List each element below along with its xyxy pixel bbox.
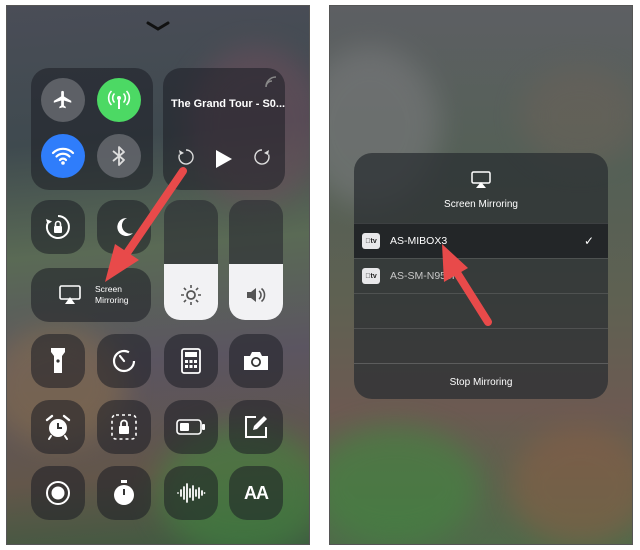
notes-button[interactable] [229,400,283,454]
apple-tv-badge: tv [362,233,380,249]
alarm-icon [45,414,71,440]
skip-back-icon[interactable] [177,148,195,166]
battery-icon [176,419,205,435]
volume-slider[interactable] [229,200,283,320]
alarm-button[interactable] [31,400,85,454]
moon-icon [117,217,133,236]
speaker-icon [247,287,266,303]
cellular-icon [107,90,131,109]
screen-mirroring-icon [471,171,491,188]
rotation-lock-icon [45,215,70,239]
badge-label: tv [367,237,377,245]
checkmark-icon: ✓ [583,234,594,248]
camera-icon [244,352,268,370]
panel-title: Screen Mirroring [444,199,518,210]
flashlight-icon [51,348,65,373]
notes-icon [245,416,267,438]
camera-button[interactable] [229,334,283,388]
empty-row [354,293,608,328]
device-name: AS-SM-N950F [390,270,459,282]
device-name: AS-MIBOX3 [390,235,448,247]
connectivity-panel [31,68,153,190]
airplane-button[interactable] [41,78,85,122]
text-size-label: AA [244,482,269,503]
bg-blur [510,426,632,544]
control-center-screen: The Grand Tour - S0... Screen Mirroring [6,5,310,545]
screen-mirroring-screen: Screen Mirroring tv AS-MIBOX3 ✓ tv AS-… [329,5,633,545]
timer-icon [112,349,136,373]
stopwatch-icon [114,480,134,505]
guided-access-icon [111,414,137,440]
empty-row [354,328,608,363]
screen-mirroring-panel: Screen Mirroring tv AS-MIBOX3 ✓ tv AS-… [354,153,608,399]
bg-blur [520,66,632,166]
cellular-button[interactable] [97,78,141,122]
bluetooth-button[interactable] [97,134,141,178]
device-row-mibox3[interactable]: tv AS-MIBOX3 ✓ [354,223,608,258]
screen-mirroring-icon [59,285,81,304]
play-icon[interactable] [212,148,234,170]
chevron-down-icon[interactable] [145,20,171,32]
apple-tv-badge: tv [362,268,380,284]
bluetooth-icon [112,146,125,166]
text-size-button[interactable]: AA [229,466,283,520]
brightness-slider[interactable] [164,200,218,320]
bg-blur [330,426,480,544]
skip-forward-icon[interactable] [253,148,271,166]
media-title: The Grand Tour - S0... [171,98,286,110]
screen-mirroring-button[interactable]: Screen Mirroring [31,268,151,322]
airplay-audio-icon[interactable] [265,76,277,88]
voice-memos-button[interactable] [164,466,218,520]
badge-label: tv [367,272,377,280]
flashlight-button[interactable] [31,334,85,388]
rotation-lock-button[interactable] [31,200,85,254]
low-power-button[interactable] [164,400,218,454]
voice-memos-icon [177,483,206,503]
screen-mirroring-label: Screen Mirroring [95,284,129,305]
device-row-sm-n950f[interactable]: tv AS-SM-N950F [354,258,608,293]
timer-button[interactable] [97,334,151,388]
airplane-icon [53,90,72,109]
guided-access-button[interactable] [97,400,151,454]
sun-icon [181,285,201,305]
do-not-disturb-button[interactable] [97,200,151,254]
screen-record-button[interactable] [31,466,85,520]
stop-mirroring-button[interactable]: Stop Mirroring [354,363,608,399]
wifi-button[interactable] [41,134,85,178]
wifi-icon [51,147,75,165]
stop-mirroring-label: Stop Mirroring [449,376,513,388]
calculator-button[interactable] [164,334,218,388]
now-playing-panel: The Grand Tour - S0... [163,68,285,190]
stopwatch-button[interactable] [97,466,151,520]
screen-record-icon [46,481,70,505]
calculator-icon [181,348,201,374]
